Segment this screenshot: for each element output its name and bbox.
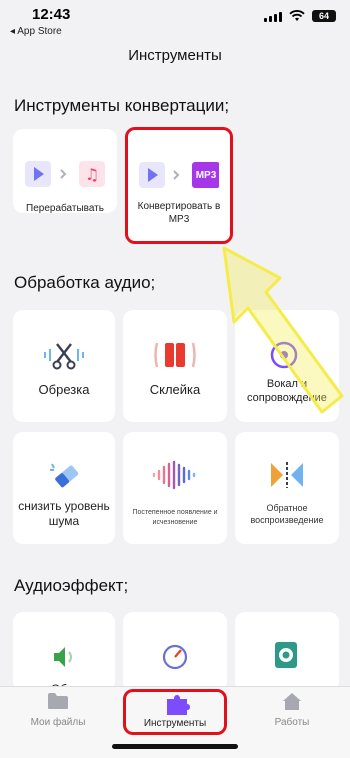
home-icon <box>283 693 301 710</box>
puzzle-icon <box>167 695 190 715</box>
convert-icon: ♫ <box>25 161 105 187</box>
tab-works[interactable]: Работы <box>234 687 350 737</box>
status-time: 12:43 <box>32 6 71 23</box>
page-title: Инструменты <box>128 47 222 64</box>
tab-label: Мои файлы <box>30 717 86 728</box>
section-title-effects: Аудиоэффект; <box>14 576 129 595</box>
battery-icon: 64 <box>312 10 336 22</box>
merge-icon <box>154 342 196 368</box>
status-bar: 12:43 ◂ App Store 64 <box>0 0 350 44</box>
effect-card-volume[interactable]: Об... <box>13 612 115 692</box>
reverse-icon <box>271 462 303 488</box>
section-title-audio: Обработка аудио; <box>14 273 156 292</box>
tool-label: Постепенное появление и исчезновение <box>132 509 218 526</box>
eraser-icon <box>50 463 79 488</box>
tool-label: Перерабатывать <box>26 203 104 213</box>
tool-card-fade[interactable]: Постепенное появление и исчезновение <box>123 432 227 544</box>
wifi-icon <box>289 10 305 21</box>
fade-waveform-icon <box>152 460 196 490</box>
signal-icon <box>264 12 282 22</box>
tool-card-noise[interactable]: снизить уровень шума <box>13 432 115 544</box>
effect-card-speaker[interactable] <box>235 612 339 692</box>
tool-label: Конвертировать в MP3 <box>137 201 221 225</box>
svg-text:♫: ♫ <box>85 165 99 184</box>
section-title-conversion: Инструменты конвертации; <box>14 96 230 115</box>
tool-label: Склейка <box>149 382 201 397</box>
back-to-app-store[interactable]: ◂ App Store <box>10 26 62 37</box>
tab-tools[interactable]: Инструменты <box>123 689 227 735</box>
speedometer-icon <box>162 644 188 670</box>
speaker-icon <box>275 642 297 668</box>
effect-card-speed[interactable] <box>123 612 227 692</box>
tool-label: Обрезка <box>38 382 90 397</box>
tab-label: Работы <box>274 717 310 728</box>
tool-card-reverse[interactable]: Обратное воспроизведение <box>235 432 339 544</box>
tool-card-trim[interactable]: Обрезка <box>13 310 115 422</box>
tool-label: Обратное воспроизведение <box>250 503 324 525</box>
home-indicator <box>112 744 238 749</box>
tab-my-files[interactable]: Мои файлы <box>0 687 116 737</box>
scissors-icon <box>44 343 84 370</box>
volume-icon <box>54 647 72 667</box>
annotation-arrow <box>222 246 344 414</box>
tool-card-merge[interactable]: Склейка <box>123 310 227 422</box>
tool-card-recycle[interactable]: ♫ Перерабатывать <box>13 129 117 213</box>
folder-icon <box>48 693 68 709</box>
tab-label: Инструменты <box>143 718 207 729</box>
tool-card-convert-mp3[interactable]: MP3 Конвертировать в MP3 <box>125 127 233 244</box>
tool-label: снизить уровень шума <box>18 499 110 528</box>
mp3-badge: MP3 <box>195 170 217 181</box>
